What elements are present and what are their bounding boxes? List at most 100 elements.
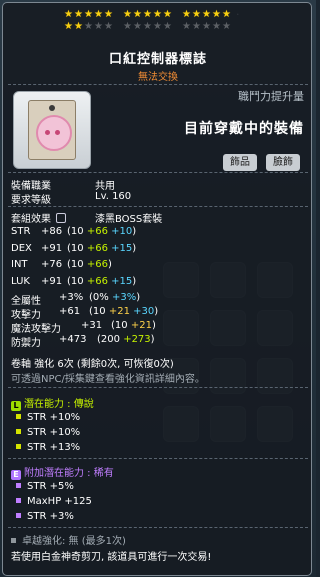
bullet-icon — [16, 483, 21, 488]
level-label: 要求等級 — [11, 195, 51, 206]
stat-total: +91 — [41, 242, 63, 254]
star-icon: ★ — [94, 21, 103, 32]
stat-total: +473 — [59, 334, 87, 345]
stat-name: 防禦力 — [11, 338, 41, 349]
stat-row-def: 防禦力 +473 (200 +273) — [11, 334, 155, 349]
item-icon — [13, 91, 91, 169]
stat-row-matk: 魔法攻擊力 +31 (10 +21) — [11, 320, 156, 335]
divider — [8, 387, 308, 389]
set-value: 漆黑BOSS套裝 — [95, 214, 163, 225]
stat-total: +31 — [81, 320, 103, 331]
star-icon: ★ — [104, 9, 113, 20]
stat-total: +61 — [59, 306, 81, 317]
stat-breakdown: (200 +273) — [97, 334, 155, 345]
divider — [8, 458, 308, 460]
item-title: 口紅控制器標誌 — [108, 52, 207, 67]
bullet-icon — [16, 429, 21, 434]
face-emblem — [36, 115, 72, 151]
star-icon: ★ — [84, 21, 93, 32]
star-group: ★ ★ ★ ★ ★ — [182, 22, 231, 34]
legendary-badge-icon: L — [11, 401, 21, 411]
stat-row: INT +76 (10 +66) — [11, 259, 112, 270]
stat-breakdown: (10 +66 +15) — [67, 275, 137, 287]
stat-breakdown: (10 +66) — [67, 259, 112, 270]
stat-row: STR +86 (10 +66 +10) — [11, 226, 136, 237]
bullet-icon — [16, 498, 21, 503]
star-icon: ★ — [64, 9, 73, 20]
star-icon: ★ — [94, 9, 103, 20]
stat-base: 200 — [100, 334, 120, 345]
soul-row: 卓越強化: 無 (最多1次) — [11, 532, 126, 547]
star-icon: ★ — [74, 9, 83, 20]
stat-base: 0% — [92, 292, 109, 303]
scroll-row: 卷軸 強化 6次 (剩餘0次, 可恢復0次) — [11, 359, 174, 370]
stat-breakdown: (10 +66 +15) — [67, 242, 137, 254]
star-icon: ★ — [133, 9, 142, 20]
potential-line: STR +10% — [11, 412, 80, 423]
star-icon: ★ — [123, 21, 132, 32]
star-icon: ★ — [123, 9, 132, 20]
stat-name: LUK — [11, 275, 30, 287]
currently-equipped-label: 目前穿戴中的裝備 — [184, 121, 304, 137]
stat-total: +86 — [41, 226, 63, 237]
star-icon: ★ — [212, 21, 221, 32]
stat-add2: +30 — [133, 306, 155, 317]
star-icon: ★ — [84, 9, 93, 20]
stat-row-all: 全屬性 +3% (0% +3%) — [11, 292, 140, 307]
bullet-icon — [11, 538, 16, 543]
set-info-icon[interactable] — [56, 213, 67, 223]
star-icon: ★ — [143, 21, 152, 32]
potential-line: STR +13% — [11, 442, 80, 453]
bonus-potential-grade: 稀有 — [93, 468, 114, 479]
stat-breakdown: (10 +21) — [111, 320, 156, 331]
potential-line: STR +10% — [11, 427, 80, 438]
chip-accessory[interactable]: 飾品 — [223, 154, 257, 171]
star-icon: ★ — [222, 21, 231, 32]
star-icon: ★ — [153, 21, 162, 32]
soul-text: 卓越強化: 無 (最多1次) — [22, 536, 126, 547]
star-icon: ★ — [133, 21, 142, 32]
lipstick-tag-icon — [28, 100, 76, 160]
level-value: Lv. 160 — [95, 191, 132, 202]
star-icon: ★ — [163, 21, 172, 32]
star-group: ★ ★ ★ ★ ★ — [123, 22, 172, 34]
stat-total: +76 — [41, 259, 63, 270]
chip-face-accessory[interactable]: 臉飾 — [266, 154, 300, 171]
star-icon: ★ — [74, 21, 83, 32]
stat-breakdown: (10 +66 +10) — [67, 226, 137, 237]
star-icon: ★ — [222, 9, 231, 20]
star-icon: ★ — [182, 9, 191, 20]
bonus-potential-header: E 附加潛在能力 : 稀有 — [11, 464, 114, 480]
potential-line: STR +3% — [11, 511, 74, 522]
star-icon: ★ — [202, 9, 211, 20]
potential-header: L 潛在能力 : 傳說 — [11, 395, 94, 411]
scroll-note: 可透過NPC/採集鍵查看強化資訊詳細內容。 — [11, 374, 205, 385]
combat-power-label: 職鬥力提升量 — [238, 90, 304, 103]
divider — [8, 527, 308, 529]
stat-base: 10 — [114, 320, 128, 331]
star-row: ★ ★ ★ ★ ★ ★ ★ ★ ★ ★ ★ ★ ★ ★ ★ — [64, 22, 264, 34]
trade-status: 無法交換 — [138, 72, 178, 83]
star-force: ★ ★ ★ ★ ★ ★ ★ ★ ★ ★ ★ ★ ★ ★ ★ ★ ★ ★ ★ ★ ★ ★ ★ ★ ★ ★ ★ ★ ★ ★ — [64, 10, 264, 34]
job-row: 裝備職業 共用 — [11, 177, 115, 192]
potential-line: STR +5% — [11, 481, 74, 492]
stat-add1: +21 — [130, 320, 152, 331]
bullet-icon — [16, 414, 21, 419]
divider — [8, 172, 308, 174]
star-icon: ★ — [192, 21, 201, 32]
stat-row: LUK +91 (10 +66 +15) — [11, 275, 136, 287]
star-group: ★ ★ ★ ★ ★ — [64, 22, 113, 34]
star-icon: ★ — [143, 9, 152, 20]
star-icon: ★ — [192, 9, 201, 20]
set-row: 套組效果 漆黑BOSS套裝 — [11, 210, 162, 225]
stat-breakdown: (0% +3%) — [89, 292, 141, 303]
star-icon: ★ — [153, 9, 162, 20]
stat-add1: +21 — [108, 306, 130, 317]
stat-breakdown: (10 +21 +30) — [89, 306, 159, 317]
star-icon: ★ — [202, 21, 211, 32]
stat-add: +3% — [111, 292, 137, 303]
star-icon: ★ — [163, 9, 172, 20]
bullet-icon — [16, 513, 21, 518]
stat-row: DEX +91 (10 +66 +15) — [11, 243, 136, 254]
stat-add1: +273 — [123, 334, 151, 345]
